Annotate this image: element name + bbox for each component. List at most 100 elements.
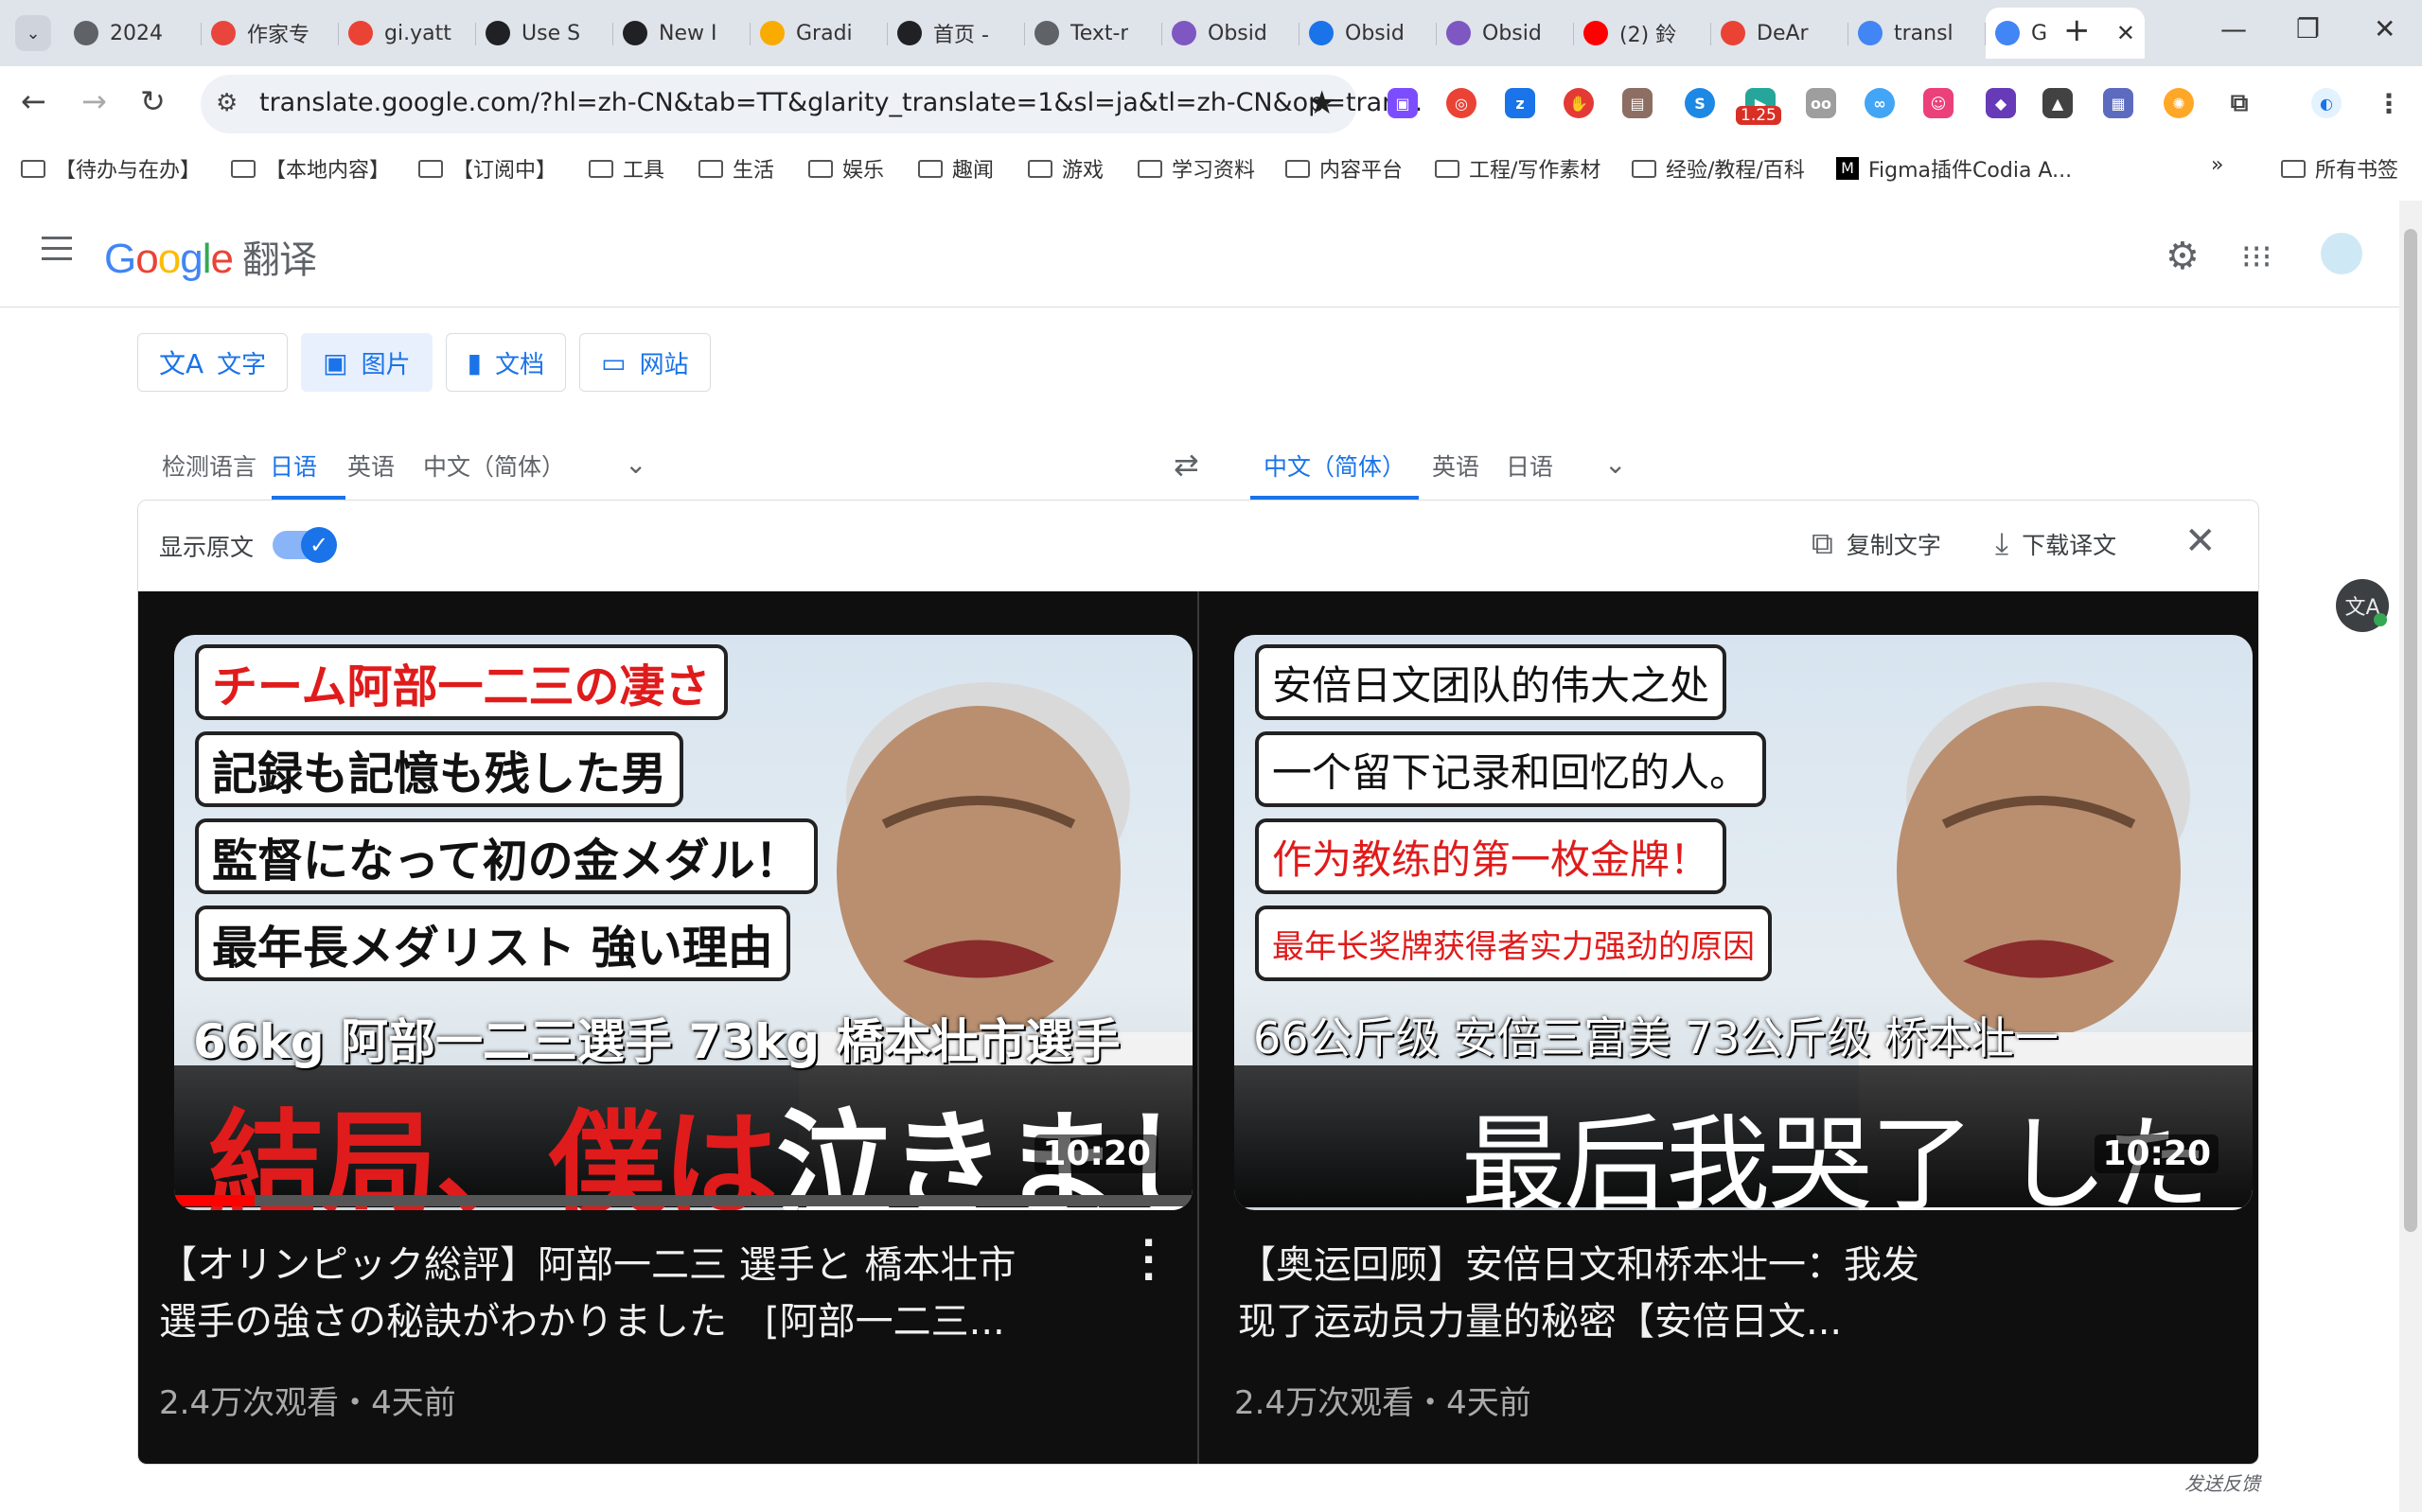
- bookmark-item[interactable]: 经验/教程/百科: [1632, 153, 1805, 184]
- profile-avatar[interactable]: ◐: [2311, 88, 2342, 118]
- image-translation-panel: 显示原文 ✓ ⧉ 复制文字 ⤓ 下载译文 ✕ チーム阿部一二三の凄さ 記録も記憶も残…: [137, 500, 2259, 1465]
- bookmark-star-icon[interactable]: ★: [1308, 84, 1336, 122]
- close-icon[interactable]: ✕: [2184, 519, 2217, 563]
- extension-icon[interactable]: ▤: [1622, 88, 1653, 118]
- source-language-tab[interactable]: 中文（简体）: [423, 448, 565, 483]
- site-info-icon[interactable]: ⚙: [216, 89, 238, 117]
- browser-tab[interactable]: Text-r: [1025, 8, 1162, 59]
- extension-icon[interactable]: ☺: [1923, 88, 1954, 118]
- bookmarks-overflow-button[interactable]: »: [2211, 153, 2223, 177]
- bookmark-item[interactable]: 学习资料: [1138, 153, 1255, 184]
- account-avatar[interactable]: [2321, 233, 2362, 274]
- browser-tab[interactable]: Obsid: [1437, 8, 1574, 59]
- extension-icon[interactable]: ◎: [1446, 88, 1476, 118]
- extension-icon[interactable]: z: [1505, 88, 1535, 118]
- bookmark-item[interactable]: M Figma插件Codia A...: [1836, 153, 2072, 184]
- folder-icon: [1138, 159, 1162, 178]
- download-button[interactable]: ⤓ 下载译文: [1995, 525, 2116, 562]
- target-language-tab[interactable]: 英语: [1432, 448, 1479, 483]
- browser-tab[interactable]: 2024: [64, 8, 202, 59]
- caption-2: 一个留下记录和回忆的人。: [1255, 731, 1767, 807]
- bookmark-item[interactable]: 娱乐: [808, 153, 884, 184]
- bookmark-item[interactable]: 游戏: [1028, 153, 1104, 184]
- minimize-button[interactable]: —: [2220, 13, 2247, 44]
- more-options-icon[interactable]: · · ·: [1141, 1224, 1156, 1296]
- globe-icon: [1034, 21, 1059, 45]
- extension-icon[interactable]: oo: [1806, 88, 1836, 118]
- source-language-tab[interactable]: 英语: [347, 448, 395, 483]
- tab-close-icon[interactable]: ✕: [2116, 20, 2135, 46]
- bookmark-item[interactable]: 工程/写作素材: [1435, 153, 1600, 184]
- extension-icon[interactable]: ◆: [1986, 88, 2016, 118]
- target-language-tab[interactable]: 日语: [1506, 448, 1553, 483]
- forward-button[interactable]: →: [81, 83, 107, 119]
- browser-tab[interactable]: DeAr: [1711, 8, 1848, 59]
- browser-tab[interactable]: 首页 -: [888, 8, 1025, 59]
- browser-tab[interactable]: transl: [1848, 8, 1986, 59]
- settings-gear-icon[interactable]: ⚙: [2166, 235, 2200, 278]
- extensions-puzzle-icon[interactable]: ⧉: [2224, 88, 2254, 118]
- send-feedback-link[interactable]: 发送反馈: [2184, 1468, 2260, 1496]
- extension-icon[interactable]: ✺: [2164, 88, 2194, 118]
- extension-icon[interactable]: S: [1685, 88, 1715, 118]
- browser-tab[interactable]: Gradi: [751, 8, 888, 59]
- extension-badge: 1.25: [1736, 106, 1781, 125]
- mode-tab-document[interactable]: ▮ 文档: [445, 333, 567, 392]
- bookmark-item[interactable]: 【待办与在办】: [21, 153, 201, 184]
- browser-tab[interactable]: Obsid: [1162, 8, 1299, 59]
- divider: [1197, 591, 1199, 1464]
- browser-tab[interactable]: (2) 鈴: [1574, 8, 1711, 59]
- browser-tab[interactable]: Use S: [476, 8, 613, 59]
- chevron-down-icon[interactable]: ⌄: [625, 448, 646, 480]
- chevron-down-icon[interactable]: ⌄: [1604, 448, 1626, 480]
- bookmark-item[interactable]: 【本地内容】: [231, 153, 390, 184]
- bookmark-label: 经验/教程/百科: [1666, 159, 1805, 183]
- extension-icon[interactable]: ✋: [1564, 88, 1594, 118]
- browser-tab[interactable]: New I: [613, 8, 751, 59]
- extension-icon[interactable]: ∞: [1865, 88, 1895, 118]
- target-language-tab[interactable]: 中文（简体）: [1264, 448, 1405, 483]
- tab-list: 2024 作家专 gi.yatt Use S New I Gradi 首页 - Text-r O…: [64, 8, 2145, 59]
- google-translate-logo[interactable]: Google 翻译: [104, 229, 317, 284]
- main-menu-icon[interactable]: [42, 237, 72, 261]
- browser-tab[interactable]: gi.yatt: [339, 8, 476, 59]
- show-original-label: 显示原文: [159, 534, 255, 561]
- extension-icon[interactable]: ▦: [2103, 88, 2133, 118]
- tab-search-button[interactable]: ⌄: [15, 15, 51, 51]
- new-tab-button[interactable]: +: [2063, 11, 2091, 49]
- reload-button[interactable]: ↻: [140, 83, 166, 119]
- mode-tab-translate[interactable]: 文A 文字: [137, 333, 289, 392]
- translate-icon: [1995, 21, 2020, 45]
- bookmark-item[interactable]: 生活: [698, 153, 774, 184]
- swap-languages-icon[interactable]: ⇄: [1174, 447, 1199, 483]
- address-bar[interactable]: ⚙ translate.google.com/?hl=zh-CN&tab=TT&…: [201, 75, 1423, 133]
- folder-icon: [1285, 159, 1310, 178]
- mode-tab-website[interactable]: ▭ 网站: [579, 333, 711, 392]
- all-bookmarks-button[interactable]: 所有书签: [2281, 153, 2398, 184]
- bookmark-item[interactable]: 内容平台: [1285, 153, 1403, 184]
- show-original-toggle[interactable]: ✓: [273, 527, 337, 563]
- source-language-tab[interactable]: 日语: [270, 448, 317, 483]
- bookmark-item[interactable]: 趣闻: [918, 153, 994, 184]
- mode-tab-label: 文字: [217, 350, 267, 379]
- tab-title: gi.yatt: [384, 21, 451, 45]
- back-button[interactable]: ←: [21, 83, 46, 119]
- app-icon: [486, 21, 510, 45]
- url-text[interactable]: translate.google.com/?hl=zh-CN&tab=TT&gl…: [259, 88, 1423, 117]
- extension-icon[interactable]: ▣: [1388, 88, 1418, 118]
- scrollbar-thumb[interactable]: [2404, 229, 2417, 1232]
- bookmark-item[interactable]: 【订阅中】: [418, 153, 557, 184]
- copy-text-button[interactable]: ⧉ 复制文字: [1812, 525, 1941, 562]
- page-scrollbar[interactable]: [2399, 201, 2422, 1512]
- restore-button[interactable]: ❐: [2296, 13, 2320, 44]
- bookmark-item[interactable]: 工具: [589, 153, 664, 184]
- extension-icon[interactable]: ▲: [2042, 88, 2073, 118]
- window-close-button[interactable]: ✕: [2374, 13, 2395, 44]
- browser-tab[interactable]: Obsid: [1299, 8, 1437, 59]
- translated-video-title: 【奥运回顾】安倍日文和桥本壮一：我发现了运动员力量的秘密【安倍日文...: [1238, 1243, 1919, 1344]
- chrome-menu-icon[interactable]: ⋮: [2374, 88, 2404, 119]
- browser-tab[interactable]: 作家专: [202, 8, 339, 59]
- apps-grid-icon[interactable]: ⁝⁝⁝: [2241, 238, 2272, 276]
- mode-tab-image[interactable]: ▣ 图片: [301, 333, 433, 392]
- source-language-tab[interactable]: 检测语言: [162, 448, 256, 483]
